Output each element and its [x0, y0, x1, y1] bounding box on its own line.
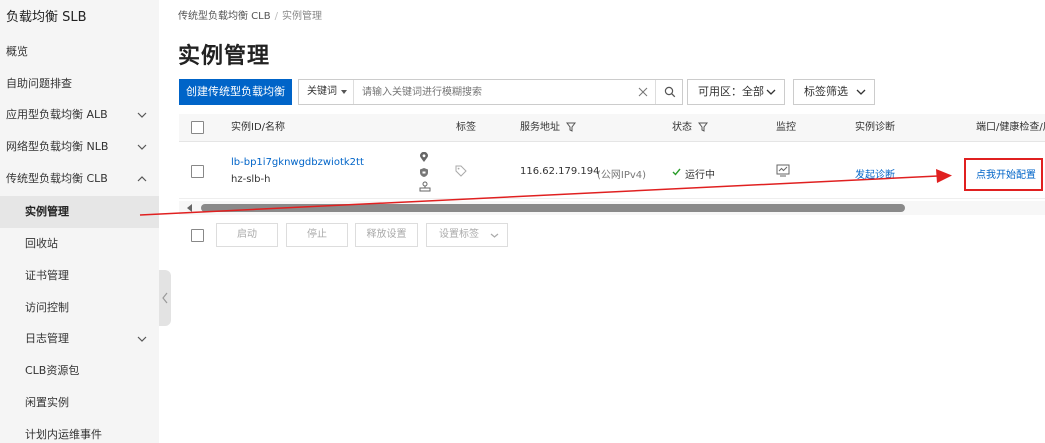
sidebar-item-alb[interactable]: 应用型负载均衡 ALB [0, 99, 159, 131]
breadcrumb: 传统型负载均衡 CLB / 实例管理 [178, 7, 322, 22]
sidebar-item-certificates[interactable]: 证书管理 [0, 260, 159, 292]
sidebar-item-label: 闲置实例 [25, 396, 69, 409]
sidebar-item-idle-instances[interactable]: 闲置实例 [0, 387, 159, 419]
chevron-left-icon [162, 292, 168, 304]
stop-button[interactable]: 停止 [286, 223, 348, 247]
row-checkbox[interactable] [191, 165, 204, 178]
instance-id-link[interactable]: lb-bp1i7gknwgdbzwiotk2tt [231, 157, 364, 168]
sidebar-item-label: 应用型负载均衡 ALB [6, 108, 108, 121]
set-tags-button[interactable]: 设置标签 [426, 223, 508, 247]
status-text: 运行中 [685, 170, 715, 181]
network-icon [419, 181, 431, 192]
horizontal-scrollbar[interactable] [179, 201, 1045, 215]
chevron-down-icon [137, 336, 147, 342]
tag-filter-select[interactable]: 标签筛选 [793, 79, 875, 105]
start-button[interactable]: 启动 [216, 223, 278, 247]
tag-icon[interactable] [455, 165, 467, 177]
caret-down-icon [341, 90, 347, 94]
zone-select[interactable]: 可用区：全部 [687, 79, 785, 105]
column-header-tag: 标签 [456, 122, 476, 133]
column-header-monitor: 监控 [776, 122, 796, 133]
sidebar-item-overview[interactable]: 概览 [0, 36, 159, 68]
sidebar-item-label: CLB资源包 [25, 364, 80, 377]
service-ip: 116.62.179.194 [520, 166, 600, 177]
select-all-checkbox[interactable] [191, 121, 204, 134]
sidebar-item-instance-management[interactable]: 实例管理 [0, 196, 159, 228]
sidebar-item-label: 概览 [6, 45, 28, 58]
check-icon [672, 168, 681, 176]
search-key-label: 关键词 [307, 86, 337, 97]
sidebar-item-recycle-bin[interactable]: 回收站 [0, 228, 159, 260]
column-header-status: 状态 [672, 114, 709, 142]
sidebar-item-label: 网络型负载均衡 NLB [6, 140, 109, 153]
sidebar-item-label: 日志管理 [25, 332, 69, 345]
monitor-icon[interactable] [776, 164, 790, 177]
sidebar-item-label: 访问控制 [25, 301, 69, 314]
release-settings-button[interactable]: 释放设置 [355, 223, 418, 247]
column-header-port: 端口/健康检查/后 [976, 122, 1045, 133]
page-title: 实例管理 [178, 44, 271, 69]
search-icon [664, 86, 676, 98]
sidebar-item-label: 实例管理 [25, 205, 69, 218]
sidebar-item-label: 证书管理 [25, 269, 69, 282]
chevron-down-icon [137, 112, 147, 118]
table-header: 实例ID/名称 标签 服务地址 状态 监控 实例诊断 端口/健康检查/后 [179, 114, 1045, 142]
sidebar-item-maintenance-events[interactable]: 计划内运维事件 [0, 419, 159, 443]
sidebar-item-label: 计划内运维事件 [25, 428, 102, 441]
column-header-diagnose: 实例诊断 [855, 122, 895, 133]
chevron-down-icon [137, 144, 147, 150]
chevron-down-icon [766, 89, 776, 95]
set-tags-label: 设置标签 [439, 229, 479, 240]
chevron-up-icon [137, 176, 147, 182]
diagnose-link[interactable]: 发起诊断 [855, 166, 895, 181]
tag-filter-label: 标签筛选 [804, 85, 848, 98]
instance-name: hz-slb-h [231, 174, 271, 185]
breadcrumb-parent[interactable]: 传统型负载均衡 CLB [178, 11, 271, 22]
highlight-box [964, 158, 1043, 191]
shield-icon [420, 168, 428, 177]
bulk-select-checkbox[interactable] [191, 229, 204, 242]
column-header-id: 实例ID/名称 [231, 122, 286, 133]
network-type: (公网IPv4) [597, 170, 647, 181]
filter-icon[interactable] [698, 122, 709, 132]
sidebar-item-label: 自助问题排查 [6, 77, 72, 90]
sidebar-collapse-handle[interactable] [159, 270, 171, 326]
table-row: lb-bp1i7gknwgdbzwiotk2tt hz-slb-h 116.62… [179, 143, 1045, 199]
scrollbar-thumb[interactable] [201, 204, 905, 212]
sidebar-title: 负载均衡 SLB [6, 10, 87, 25]
sidebar-item-nlb[interactable]: 网络型负载均衡 NLB [0, 131, 159, 163]
sidebar-item-clb[interactable]: 传统型负载均衡 CLB [0, 163, 159, 195]
sidebar-item-self-diagnose[interactable]: 自助问题排查 [0, 68, 159, 100]
location-icon [420, 152, 428, 162]
chevron-down-icon [490, 233, 499, 238]
zone-label: 可用区： [698, 85, 742, 98]
sidebar-item-clb-packages[interactable]: CLB资源包 [0, 355, 159, 387]
sidebar-item-label: 回收站 [25, 237, 58, 250]
breadcrumb-current: 实例管理 [281, 11, 322, 22]
breadcrumb-separator: / [274, 11, 278, 22]
column-header-address-label: 服务地址 [520, 122, 560, 133]
chevron-down-icon [856, 89, 866, 95]
search-button[interactable] [655, 80, 683, 104]
close-icon[interactable] [637, 85, 649, 99]
sidebar: 负载均衡 SLB 概览 自助问题排查 应用型负载均衡 ALB 网络型负载均衡 N… [0, 0, 159, 443]
filter-icon[interactable] [566, 122, 577, 132]
column-header-address: 服务地址 [520, 114, 577, 142]
search-group: 关键词 [298, 79, 683, 105]
sidebar-item-logs[interactable]: 日志管理 [0, 323, 159, 355]
create-clb-button[interactable]: 创建传统型负载均衡 [179, 79, 292, 105]
column-header-status-label: 状态 [672, 122, 692, 133]
zone-value: 全部 [742, 85, 764, 98]
search-input[interactable] [362, 84, 622, 100]
scroll-left-icon[interactable] [187, 204, 192, 212]
search-key-select[interactable]: 关键词 [299, 80, 354, 104]
sidebar-item-label: 传统型负载均衡 CLB [6, 172, 108, 185]
sidebar-item-access-control[interactable]: 访问控制 [0, 292, 159, 324]
